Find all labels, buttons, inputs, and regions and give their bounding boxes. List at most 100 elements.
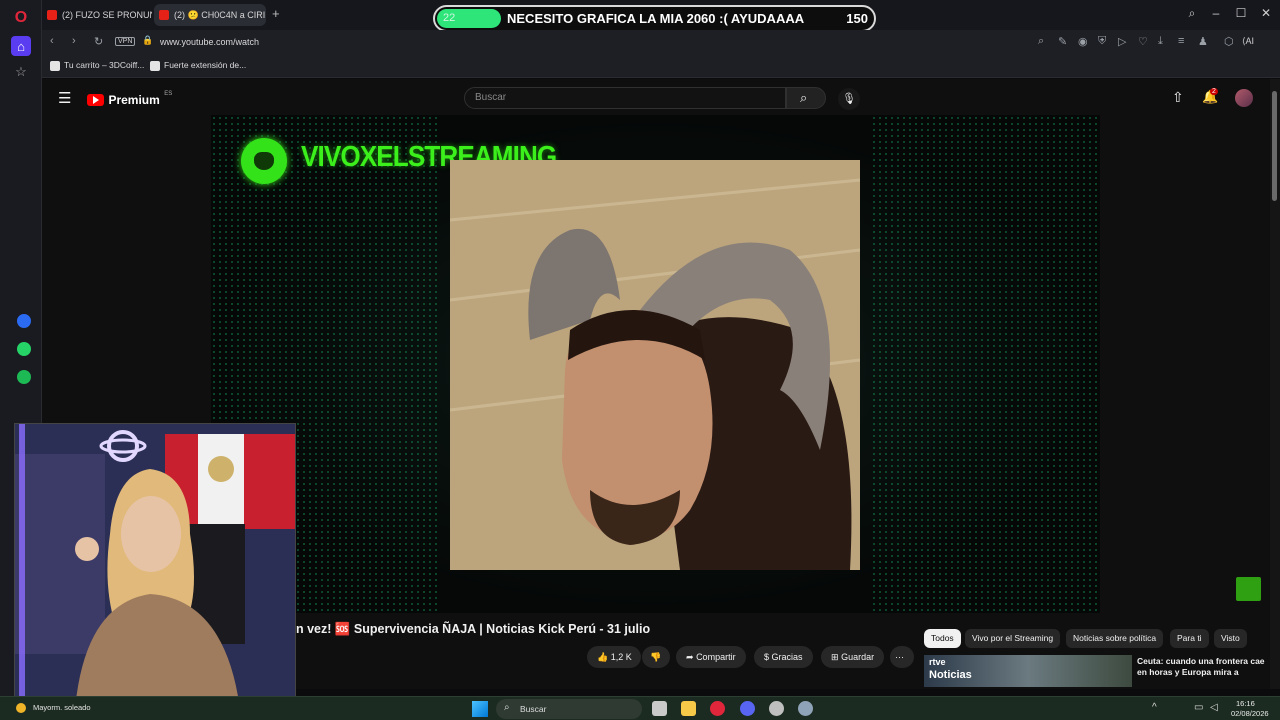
tab-1[interactable]: (2) FUZO SE PRONUNCIA (42, 4, 152, 26)
matrix-dots-right (871, 115, 1100, 613)
youtube-logo[interactable]: Premium ES (87, 91, 172, 109)
recommended-title[interactable]: Ceuta: cuando una frontera cae en horas … (1137, 656, 1265, 678)
share-label: Compartir (696, 652, 736, 662)
youtube-favicon-icon (47, 10, 57, 20)
close-icon[interactable]: ✕ (1258, 6, 1274, 20)
star-icon[interactable]: ☆ (11, 62, 31, 82)
youtube-premium-label: Premium (108, 92, 160, 107)
recommended-title-line-1: Ceuta: cuando una frontera cae (1137, 656, 1265, 666)
new-tab-button[interactable]: + (272, 6, 280, 21)
play-icon[interactable]: ▷ (1118, 35, 1126, 48)
thumbs-down-icon: 👎 (650, 652, 662, 662)
download-icon[interactable]: ⤓ (1158, 35, 1163, 48)
url-field[interactable]: www.youtube.com/watch (160, 37, 259, 47)
avatar[interactable] (1235, 89, 1253, 107)
scrollbar-thumb[interactable] (1272, 91, 1277, 201)
whatsapp-icon[interactable] (17, 342, 31, 356)
share-button[interactable]: ➦ Compartir (676, 646, 746, 668)
vpn-badge[interactable]: VPN (115, 37, 136, 46)
back-icon[interactable]: ‹ (50, 35, 54, 47)
camera-icon[interactable]: ◉ (1078, 35, 1088, 48)
extensions-icon[interactable]: ⬡ (1224, 35, 1234, 48)
profile-icon[interactable]: ♟ (1198, 35, 1208, 48)
chip-for-you[interactable]: Para ti (1170, 629, 1209, 648)
thumb-channel-label: rtve (929, 657, 946, 667)
minimize-icon[interactable]: – (1208, 6, 1224, 20)
tab-2[interactable]: (2) 😕 CH0C4N a CIRI (154, 4, 266, 26)
search-icon: ⌕ (800, 90, 808, 105)
discord-icon[interactable] (740, 701, 755, 716)
tray-chevron-icon[interactable]: ^ (1152, 702, 1157, 713)
heart-icon[interactable]: ♡ (1138, 35, 1148, 48)
alert-count-badge: 22 (437, 9, 501, 28)
network-icon[interactable]: ▭ (1194, 702, 1203, 713)
thanks-button[interactable]: $ Gracias (754, 646, 813, 668)
webcam-overlay (14, 423, 296, 708)
save-label: Guardar (841, 652, 875, 662)
forward-icon[interactable]: › (72, 35, 76, 47)
weather-icon[interactable] (16, 703, 26, 713)
ai-button[interactable]: ⟨AI (1242, 36, 1254, 47)
tab-label: (2) FUZO SE PRONUNCIA (62, 10, 152, 20)
microphone-icon[interactable]: 🎙 (838, 88, 860, 110)
search-button[interactable]: ⌕ (786, 87, 826, 109)
channel-logo-icon (241, 138, 287, 184)
recommended-thumbnail[interactable]: rtve Noticias (924, 655, 1132, 687)
chip-politics[interactable]: Noticias sobre política (1066, 629, 1164, 648)
thanks-label: Gracias (771, 652, 803, 662)
menu-lines-icon[interactable]: ≡ (1178, 35, 1184, 47)
chip-watched[interactable]: Visto (1214, 629, 1247, 648)
zoom-icon[interactable]: ⌕ (1038, 35, 1044, 48)
volume-icon[interactable]: ◁ (1210, 702, 1218, 713)
more-actions-button[interactable]: ··· (890, 646, 914, 668)
home-icon[interactable]: ⌂ (11, 36, 31, 56)
shield-icon[interactable]: ⛨ (1098, 35, 1106, 48)
maximize-icon[interactable]: ☐ (1233, 6, 1249, 20)
address-toolbar: ‹ › ↻ VPN 🔒 www.youtube.com/watch ⌕ ✎ ◉ … (42, 30, 1280, 56)
taskbar-search[interactable]: ⌕ Buscar (496, 699, 642, 719)
file-explorer-icon[interactable] (681, 701, 696, 716)
channel-watermark-icon[interactable] (1236, 577, 1261, 601)
opera-icon[interactable] (710, 701, 725, 716)
like-count: 1,2 K (610, 652, 632, 662)
taskbar-search-label: Buscar (520, 704, 547, 714)
bookmark-item[interactable]: Fuerte extensión de... (150, 60, 246, 71)
share-icon: ➦ (686, 652, 694, 662)
video-player[interactable]: VIVOXELSTREAMING (211, 115, 1100, 613)
search-input[interactable]: Buscar (464, 87, 786, 109)
task-view-icon[interactable] (652, 701, 667, 716)
bookmarks-bar: Tu carrito – 3DCoiff... Fuerte extensión… (42, 56, 1280, 78)
tab-label: (2) 😕 CH0C4N a CIRI (174, 10, 266, 20)
bookmark-item[interactable]: Tu carrito – 3DCoiff... (50, 60, 144, 71)
opera-menu-icon[interactable]: O (11, 8, 31, 28)
recommended-title-line-2: en horas y Europa mira a (1137, 667, 1239, 677)
notification-badge: 2 (1210, 88, 1218, 95)
messenger-icon[interactable] (17, 314, 31, 328)
dislike-button[interactable]: 👎 (642, 646, 670, 668)
chip-streaming[interactable]: Vivo por el Streaming (965, 629, 1061, 648)
page-scrollbar[interactable] (1270, 79, 1280, 689)
snapshot-icon[interactable]: ✎ (1058, 35, 1067, 48)
reload-icon[interactable]: ↻ (94, 35, 103, 48)
video-frame-image (450, 160, 860, 570)
app-icon[interactable] (769, 701, 784, 716)
video-title: n vez! 🆘 Supervivencia ÑAJA | Noticias K… (296, 622, 651, 636)
clock-time[interactable]: 16:16 (1236, 699, 1255, 708)
weather-label[interactable]: Mayorm. soleado (33, 703, 91, 712)
search-icon: ⌕ (504, 702, 510, 713)
clock-date[interactable]: 02/08/2026 (1231, 709, 1269, 718)
spotify-icon[interactable] (17, 370, 31, 384)
lock-icon: 🔒 (142, 35, 154, 45)
ram-face-illustration (450, 160, 860, 570)
save-button[interactable]: ⊞ Guardar (821, 646, 885, 668)
ai-label: AI (1245, 36, 1255, 46)
like-button[interactable]: 👍 1,2 K (587, 646, 641, 668)
hamburger-menu-icon[interactable]: ☰ (58, 89, 71, 107)
bookmark-icon: ⊞ (831, 652, 839, 662)
region-label: ES (164, 91, 173, 97)
upload-icon[interactable]: ⇧ (1172, 89, 1184, 106)
start-icon[interactable] (472, 701, 488, 717)
settings-icon[interactable] (798, 701, 813, 716)
search-tabs-icon[interactable]: ⌕ (1184, 6, 1200, 21)
chip-all[interactable]: Todos (924, 629, 961, 648)
